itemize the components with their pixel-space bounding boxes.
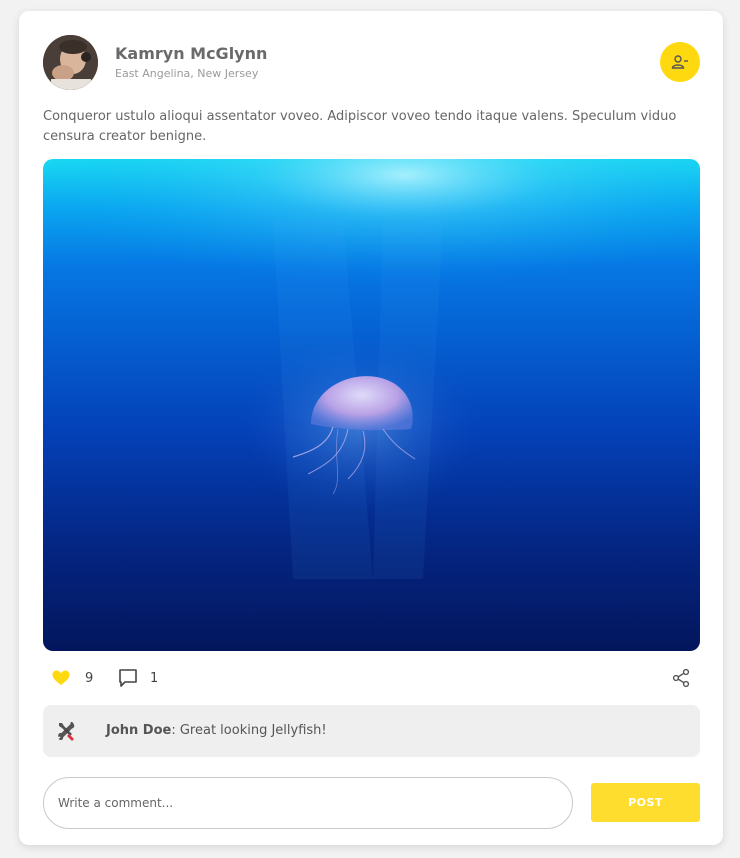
comment-item: John Doe: Great looking Jellyfish! (43, 705, 700, 757)
like-count: 9 (85, 671, 94, 686)
post-image[interactable] (43, 159, 700, 651)
user-avatar-icon (43, 35, 98, 90)
jellyfish-underwater-photo (43, 159, 700, 651)
comment-button[interactable] (117, 667, 139, 689)
like-button[interactable] (51, 668, 71, 688)
post-actions: 9 1 (43, 665, 700, 693)
post-card: Kamryn McGlynn East Angelina, New Jersey… (19, 11, 723, 845)
heart-icon (52, 670, 70, 685)
comment-input[interactable] (43, 777, 573, 829)
comment-body: Great looking Jellyfish! (179, 723, 327, 738)
comment-author[interactable]: John Doe (106, 723, 171, 738)
comment-count: 1 (150, 671, 159, 686)
share-button[interactable] (670, 667, 692, 689)
comment-separator: : (171, 723, 180, 738)
comment-text: John Doe: Great looking Jellyfish! (106, 723, 327, 738)
author-name[interactable]: Kamryn McGlynn (115, 44, 267, 63)
tools-icon (55, 720, 77, 742)
author-avatar[interactable] (43, 35, 98, 90)
post-text: Conqueror ustulo alioqui assentator vove… (43, 109, 677, 144)
post-button[interactable]: POST (591, 783, 700, 822)
author-location: East Angelina, New Jersey (115, 67, 259, 80)
unfollow-button[interactable] (660, 42, 700, 82)
comment-icon (119, 669, 137, 687)
share-icon (672, 668, 690, 688)
user-minus-icon (671, 55, 688, 69)
